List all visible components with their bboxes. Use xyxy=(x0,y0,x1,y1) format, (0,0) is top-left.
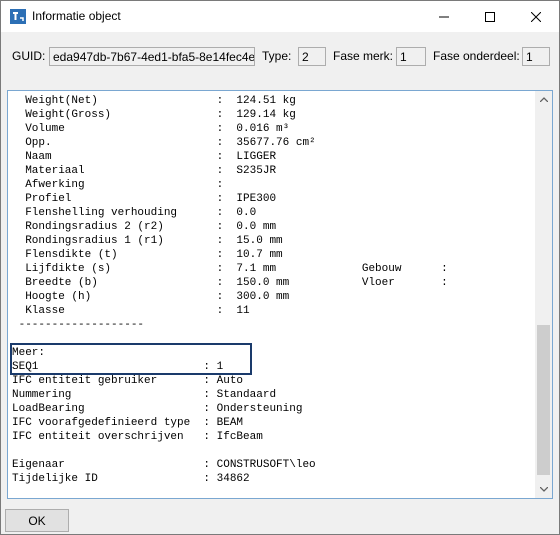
seq-highlight-box xyxy=(10,343,252,375)
report-line: IFC voorafgedefinieerd type : BEAM xyxy=(12,417,244,429)
report-text: Weight(Net) : 124.51 kg Weight(Gross) : … xyxy=(12,94,448,486)
chevron-up-icon xyxy=(539,97,548,102)
window-title: Informatie object xyxy=(32,9,121,23)
report-line: Rondingsradius 2 (r2) : 0.0 mm xyxy=(12,221,277,233)
minimize-icon xyxy=(439,16,449,17)
guid-field[interactable]: eda947db-7b67-4ed1-bfa5-8e14fec4eb xyxy=(49,47,255,66)
report-line: Afwerking : xyxy=(12,179,224,191)
fase-onderdeel-label: Fase onderdeel: xyxy=(433,49,520,63)
fase-onderdeel-field[interactable]: 1 xyxy=(522,47,550,66)
object-report-area[interactable]: Weight(Net) : 124.51 kg Weight(Gross) : … xyxy=(7,90,553,499)
close-button[interactable] xyxy=(513,1,559,32)
report-line: ------------------- xyxy=(12,319,145,331)
tekla-app-icon xyxy=(10,9,26,24)
report-line: IFC entiteit gebruiker : Auto xyxy=(12,375,244,387)
minimize-button[interactable] xyxy=(421,1,467,32)
report-line: Volume : 0.016 m³ xyxy=(12,123,290,135)
report-line: Opp. : 35677.76 cm² xyxy=(12,137,316,149)
report-line: Profiel : IPE300 xyxy=(12,193,277,205)
info-object-window: Informatie object GUID: eda947db-7b67-4e… xyxy=(0,0,560,535)
report-line: IFC entiteit overschrijven : IfcBeam xyxy=(12,431,263,443)
report-line: Weight(Gross) : 129.14 kg xyxy=(12,109,296,121)
report-line: Eigenaar : CONSTRUSOFT\leo xyxy=(12,459,316,471)
maximize-button[interactable] xyxy=(467,1,513,32)
report-line: Hoogte (h) : 300.0 mm xyxy=(12,291,290,303)
report-line: Weight(Net) : 124.51 kg xyxy=(12,95,296,107)
scroll-up-button[interactable] xyxy=(535,91,552,108)
scroll-down-button[interactable] xyxy=(535,481,552,498)
type-label: Type: xyxy=(262,49,292,63)
report-line xyxy=(12,444,448,458)
close-icon xyxy=(531,11,541,22)
fase-merk-label: Fase merk: xyxy=(333,49,394,63)
report-line: Tijdelijke ID : 34862 xyxy=(12,473,250,485)
fase-merk-field[interactable]: 1 xyxy=(396,47,426,66)
maximize-icon xyxy=(485,11,495,22)
title-bar: Informatie object xyxy=(1,1,559,32)
report-line: Naam : LIGGER xyxy=(12,151,277,163)
report-line: Lijfdikte (s) : 7.1 mm Gebouw : xyxy=(12,263,448,275)
report-line: Klasse : 11 xyxy=(12,305,250,317)
report-line: Nummering : Standaard xyxy=(12,389,277,401)
guid-label: GUID: xyxy=(12,49,46,63)
report-line: LoadBearing : Ondersteuning xyxy=(12,403,303,415)
report-line: Flenshelling verhouding : 0.0 xyxy=(12,207,257,219)
report-line: Rondingsradius 1 (r1) : 15.0 mm xyxy=(12,235,283,247)
chevron-down-icon xyxy=(539,487,548,492)
scrollbar-thumb[interactable] xyxy=(537,325,550,475)
report-line: Flensdikte (t) : 10.7 mm xyxy=(12,249,283,261)
report-line: Materiaal : S235JR xyxy=(12,165,277,177)
type-field[interactable]: 2 xyxy=(298,47,326,66)
ok-button[interactable]: OK xyxy=(5,509,69,532)
vertical-scrollbar[interactable] xyxy=(535,91,552,498)
report-line: Breedte (b) : 150.0 mm Vloer : xyxy=(12,277,448,289)
